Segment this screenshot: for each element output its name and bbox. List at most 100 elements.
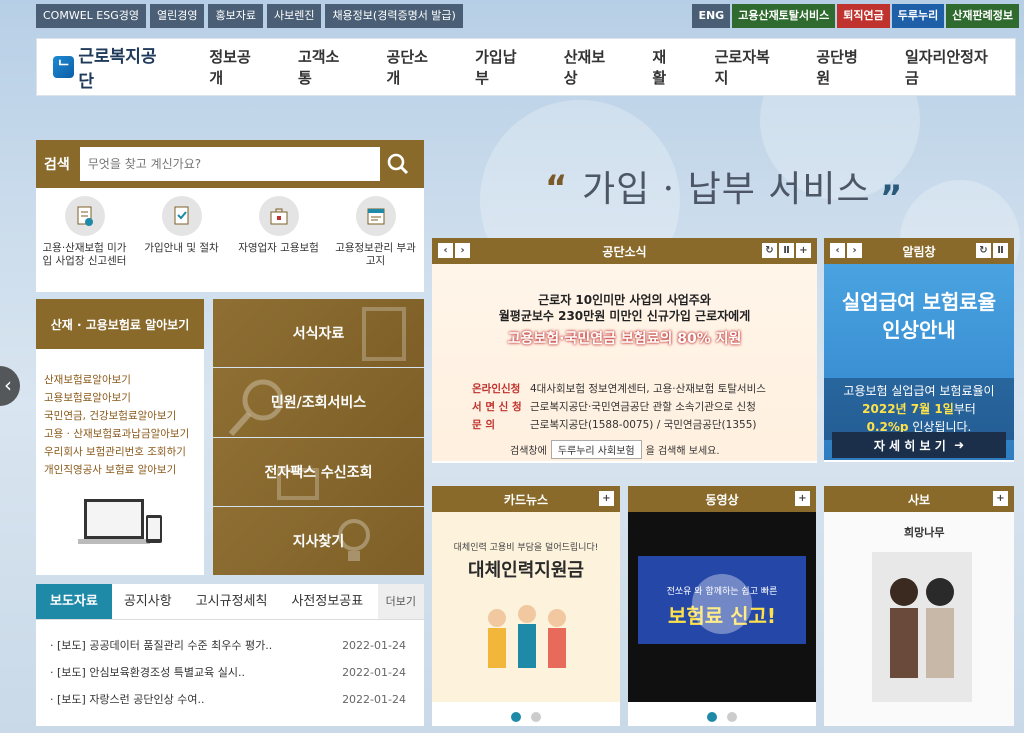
list-item[interactable]: · [보도] 공공데이터 품질관리 수준 최우수 평가.. 2022-01-24 [36, 632, 424, 659]
prev-icon[interactable]: ‹ [438, 243, 453, 258]
next-icon[interactable]: › [847, 243, 862, 258]
webzine-cover[interactable]: 희망나무 [824, 512, 1014, 726]
alert-panel: ‹ › 알림창 ↻ Ⅱ 실업급여 보험료율 인상안내 고용보험 실업급여 보험료율이 … [824, 238, 1014, 462]
agency-news-header: ‹ › 공단소식 ↻ Ⅱ + [432, 238, 817, 264]
link-open-management[interactable]: 열린경영 [149, 4, 205, 28]
card-caption: 대체인력 고용비 부담을 덜어드립니다! [453, 543, 599, 553]
prev-icon[interactable]: ‹ [830, 243, 845, 258]
slide-controls: ↻ Ⅱ + [762, 243, 811, 258]
pause-icon[interactable]: Ⅱ [993, 243, 1008, 258]
briefcase-icon [258, 196, 299, 236]
menu-item-welfare[interactable]: 근로자복지 [697, 46, 799, 88]
insurance-link[interactable]: 개인직영공사 보험료 알아보기 [44, 461, 204, 479]
insurance-link[interactable]: 국민연금, 건강보험료알아보기 [44, 407, 204, 425]
banner-text: 근로자 10인미만 사업의 사업주와 월평균보수 230만원 미만인 신규가입 근… [498, 293, 751, 323]
insurance-link[interactable]: 우리회사 보험관리번호 조회하기 [44, 443, 204, 461]
service-links: ENG 고용산재토탈서비스 퇴직연금 두루누리 산재판례정보 [692, 4, 1019, 28]
document-icon [362, 307, 406, 361]
menu-item-join-pay[interactable]: 가입납부 [457, 46, 546, 88]
menu-item-about[interactable]: 공단소개 [369, 46, 458, 88]
alert-detail-button[interactable]: 자 세 히 보 기 ➜ [832, 432, 1006, 458]
link-esg[interactable]: COMWEL ESG경영 [36, 4, 146, 28]
link-pr[interactable]: 홍보자료 [208, 4, 263, 28]
quick-link-guide[interactable]: 가입안내 및 절차 [137, 196, 227, 268]
logo-icon: ᄂ [53, 56, 75, 78]
bullet: · [50, 639, 57, 652]
quick-link-self-employed[interactable]: 자영업자 고용보험 [234, 196, 324, 268]
plus-icon[interactable]: + [795, 491, 810, 506]
play-icon[interactable] [692, 574, 752, 634]
alert-banner[interactable]: 실업급여 보험료율 인상안내 고용보험 실업급여 보험료율이 2022년 7월 1… [824, 264, 1014, 460]
menu-item-customer[interactable]: 고객소통 [280, 46, 369, 88]
menu-item-hospital[interactable]: 공단병원 [798, 46, 887, 88]
link-precedent[interactable]: 산재판례정보 [946, 4, 1019, 28]
plus-icon[interactable]: + [599, 491, 614, 506]
banner-search-hint: 검색창에 두루누리 사회보험 을 검색해 보세요. [510, 440, 720, 459]
search-bar: 검색 [36, 140, 424, 188]
search-button[interactable] [380, 147, 416, 181]
dot[interactable] [531, 712, 541, 722]
calendar-icon [355, 196, 396, 236]
more-button[interactable]: 더보기 [377, 584, 424, 619]
bullet: · [50, 693, 57, 706]
quick-links: 고용·산재보험 미가입 사업장 신고센터 가입안내 및 절차 자영업자 고용보험… [36, 188, 424, 268]
next-icon[interactable]: › [455, 243, 470, 258]
plus-icon[interactable]: + [993, 491, 1008, 506]
list-item[interactable]: · [보도] 안심보육환경조성 특별교육 실시.. 2022-01-24 [36, 659, 424, 686]
cover-photo [872, 552, 972, 702]
insurance-link[interactable]: 고용보험료알아보기 [44, 389, 204, 407]
menu-item-rehab[interactable]: 재활 [634, 46, 696, 88]
video-panel: 동영상 + 전쏘유 와 함께하는 쉽고 빠른 보험료 신고! [628, 486, 816, 726]
site-logo[interactable]: ᄂ 근로복지공단 [53, 42, 169, 92]
link-pension[interactable]: 퇴직연금 [837, 4, 890, 28]
tab-press[interactable]: 보도자료 [36, 584, 112, 619]
tile-label: 전자팩스 수신조회 [264, 464, 373, 481]
tile-forms[interactable]: 서식자료 [213, 299, 424, 368]
alert-headline: 실업급여 보험료율 인상안내 [841, 290, 997, 342]
link-webzine[interactable]: 사보렌진 [266, 4, 322, 28]
tab-prior-info[interactable]: 사전정보공표 [279, 584, 375, 619]
search-input[interactable] [79, 147, 380, 181]
search-icon [387, 153, 408, 175]
pause-icon[interactable]: Ⅱ [779, 243, 794, 258]
gnb-menu: 정보공개 고객소통 공단소개 가입납부 산재보상 재활 근로자복지 공단병원 일… [191, 46, 1015, 88]
report-doc-icon [64, 196, 105, 236]
link-durunuri[interactable]: 두루누리 [891, 4, 945, 28]
agency-news-banner[interactable]: 근로자 10인미만 사업의 사업주와 월평균보수 230만원 미만인 신규가입 근… [432, 264, 817, 461]
menu-item-disclosure[interactable]: 정보공개 [191, 46, 280, 88]
tab-regulations[interactable]: 고시규정세칙 [184, 584, 280, 619]
card-headline: 대체인력지원금 [468, 560, 584, 581]
menu-item-compensation[interactable]: 산재보상 [546, 46, 635, 88]
alert-sub: 고용보험 실업급여 보험료율이 2022년 7월 1일부터 0.2%p 인상됩니… [824, 378, 1014, 440]
link-eng[interactable]: ENG [692, 4, 731, 28]
tile-efax[interactable]: 전자팩스 수신조회 [213, 437, 424, 506]
tile-branch-finder[interactable]: 지사찾기 [213, 506, 424, 575]
panel-title: 사보 [907, 492, 931, 507]
list-item[interactable]: · [보도] 자랑스런 공단인상 수여.. 2022-01-24 [36, 686, 424, 713]
link-recruit[interactable]: 채용정보(경력증명서 발급) [325, 4, 463, 28]
card-news-image[interactable]: 대체인력 고용비 부담을 덜어드립니다! 대체인력지원금 [432, 512, 620, 702]
refresh-icon[interactable]: ↻ [762, 243, 777, 258]
insurance-links: 산재보험료알아보기 고용보험료알아보기 국민연금, 건강보험료알아보기 고용 ·… [36, 349, 204, 479]
video-thumbnail[interactable]: 전쏘유 와 함께하는 쉽고 빠른 보험료 신고! [628, 512, 816, 702]
link-total-service[interactable]: 고용산재토탈서비스 [732, 4, 836, 28]
quick-link-levy[interactable]: 고용정보관리 부과고지 [331, 196, 421, 268]
dot[interactable] [511, 712, 521, 722]
plus-icon[interactable]: + [796, 243, 811, 258]
prev-slide-button[interactable]: ‹ [0, 366, 20, 406]
workers-illustration [488, 605, 566, 668]
insurance-link[interactable]: 산재보험료알아보기 [44, 371, 204, 389]
card-news-header: 카드뉴스 + [432, 486, 620, 512]
panel-title: 알림창 [902, 244, 936, 259]
dot[interactable] [707, 712, 717, 722]
news-tabs: 보도자료 공지사항 고시규정세칙 사전정보공표 더보기 [36, 584, 424, 620]
alert-header: ‹ › 알림창 ↻ Ⅱ [824, 238, 1014, 264]
dot[interactable] [727, 712, 737, 722]
insurance-link[interactable]: 고용 · 산재보험료과납금알아보기 [44, 425, 204, 443]
menu-item-job-fund[interactable]: 일자리안정자금 [887, 46, 1015, 88]
search-label: 검색 [44, 157, 70, 173]
tile-civil-service[interactable]: 민원/조회서비스 [213, 368, 424, 437]
refresh-icon[interactable]: ↻ [976, 243, 991, 258]
quick-link-report[interactable]: 고용·산재보험 미가입 사업장 신고센터 [40, 196, 130, 268]
tab-notice[interactable]: 공지사항 [112, 584, 184, 619]
